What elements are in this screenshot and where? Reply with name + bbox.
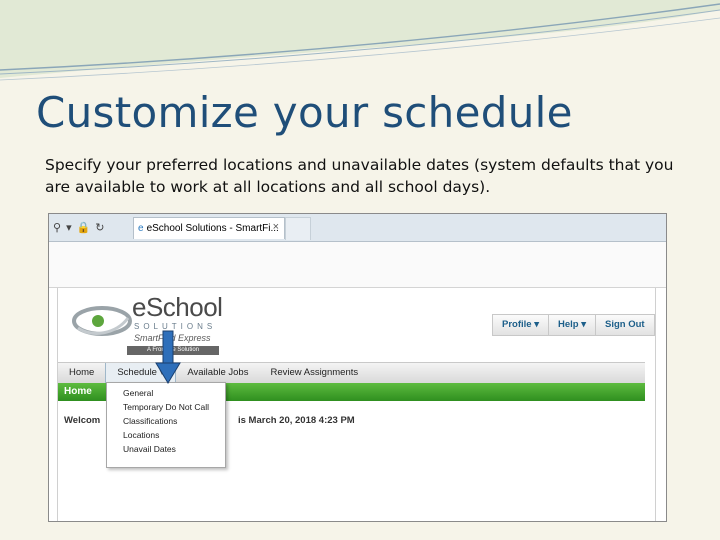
browser-screenshot: ⚲ ▾ 🔒 ↻ e eSchool Solutions - SmartFi...… (48, 213, 667, 522)
refresh-icon[interactable]: ↻ (95, 221, 104, 234)
eschool-logo: eSchool SOLUTIONS SmartFind Express A Fr… (72, 292, 223, 355)
nav-review-assignments[interactable]: Review Assignments (259, 363, 369, 383)
new-tab-button[interactable] (285, 217, 311, 240)
schedule-dropdown-menu: General Temporary Do Not Call Classifica… (106, 382, 226, 468)
browser-toolbar-area (49, 242, 666, 288)
lock-icon: 🔒 (76, 221, 91, 234)
chevron-down-icon[interactable]: ▾ (66, 221, 72, 234)
search-icon[interactable]: ⚲ (53, 221, 61, 234)
close-icon[interactable]: × (273, 221, 279, 233)
logo-brand: eSchool (132, 292, 223, 322)
browser-tab-bar: ⚲ ▾ 🔒 ↻ e eSchool Solutions - SmartFi...… (49, 214, 666, 242)
menu-item-locations[interactable]: Locations (107, 428, 225, 442)
date-text: is March 20, 2018 4:23 PM (238, 415, 355, 426)
menu-item-temporary-do-not-call[interactable]: Temporary Do Not Call (107, 400, 225, 414)
favicon-icon: e (138, 223, 144, 234)
user-menu-bar: Profile ▾ Help ▾ Sign Out (492, 314, 655, 336)
nav-home[interactable]: Home (58, 363, 105, 383)
decorative-wave (0, 0, 720, 81)
nav-available-jobs[interactable]: Available Jobs (176, 363, 259, 383)
sign-out-link[interactable]: Sign Out (596, 315, 654, 335)
help-menu[interactable]: Help ▾ (549, 315, 596, 335)
pointer-arrow-icon (155, 330, 181, 384)
slide-title: Customize your schedule (36, 88, 573, 137)
address-controls: ⚲ ▾ 🔒 ↻ (53, 219, 129, 235)
welcome-text: Welcom (64, 415, 101, 426)
browser-tab[interactable]: e eSchool Solutions - SmartFi... × (133, 217, 285, 239)
menu-item-unavail-dates[interactable]: Unavail Dates (107, 442, 225, 456)
page-header-title: Home (64, 386, 92, 397)
app-page: eSchool SOLUTIONS SmartFind Express A Fr… (57, 288, 656, 521)
tab-title: eSchool Solutions - SmartFi... (146, 223, 279, 234)
profile-menu[interactable]: Profile ▾ (493, 315, 549, 335)
menu-item-general[interactable]: General (107, 386, 225, 400)
swoosh-icon (72, 306, 132, 336)
slide-subtitle: Specify your preferred locations and una… (45, 156, 674, 196)
main-nav: Home Schedule ▾ Available Jobs Review As… (58, 362, 645, 384)
menu-item-classifications[interactable]: Classifications (107, 414, 225, 428)
